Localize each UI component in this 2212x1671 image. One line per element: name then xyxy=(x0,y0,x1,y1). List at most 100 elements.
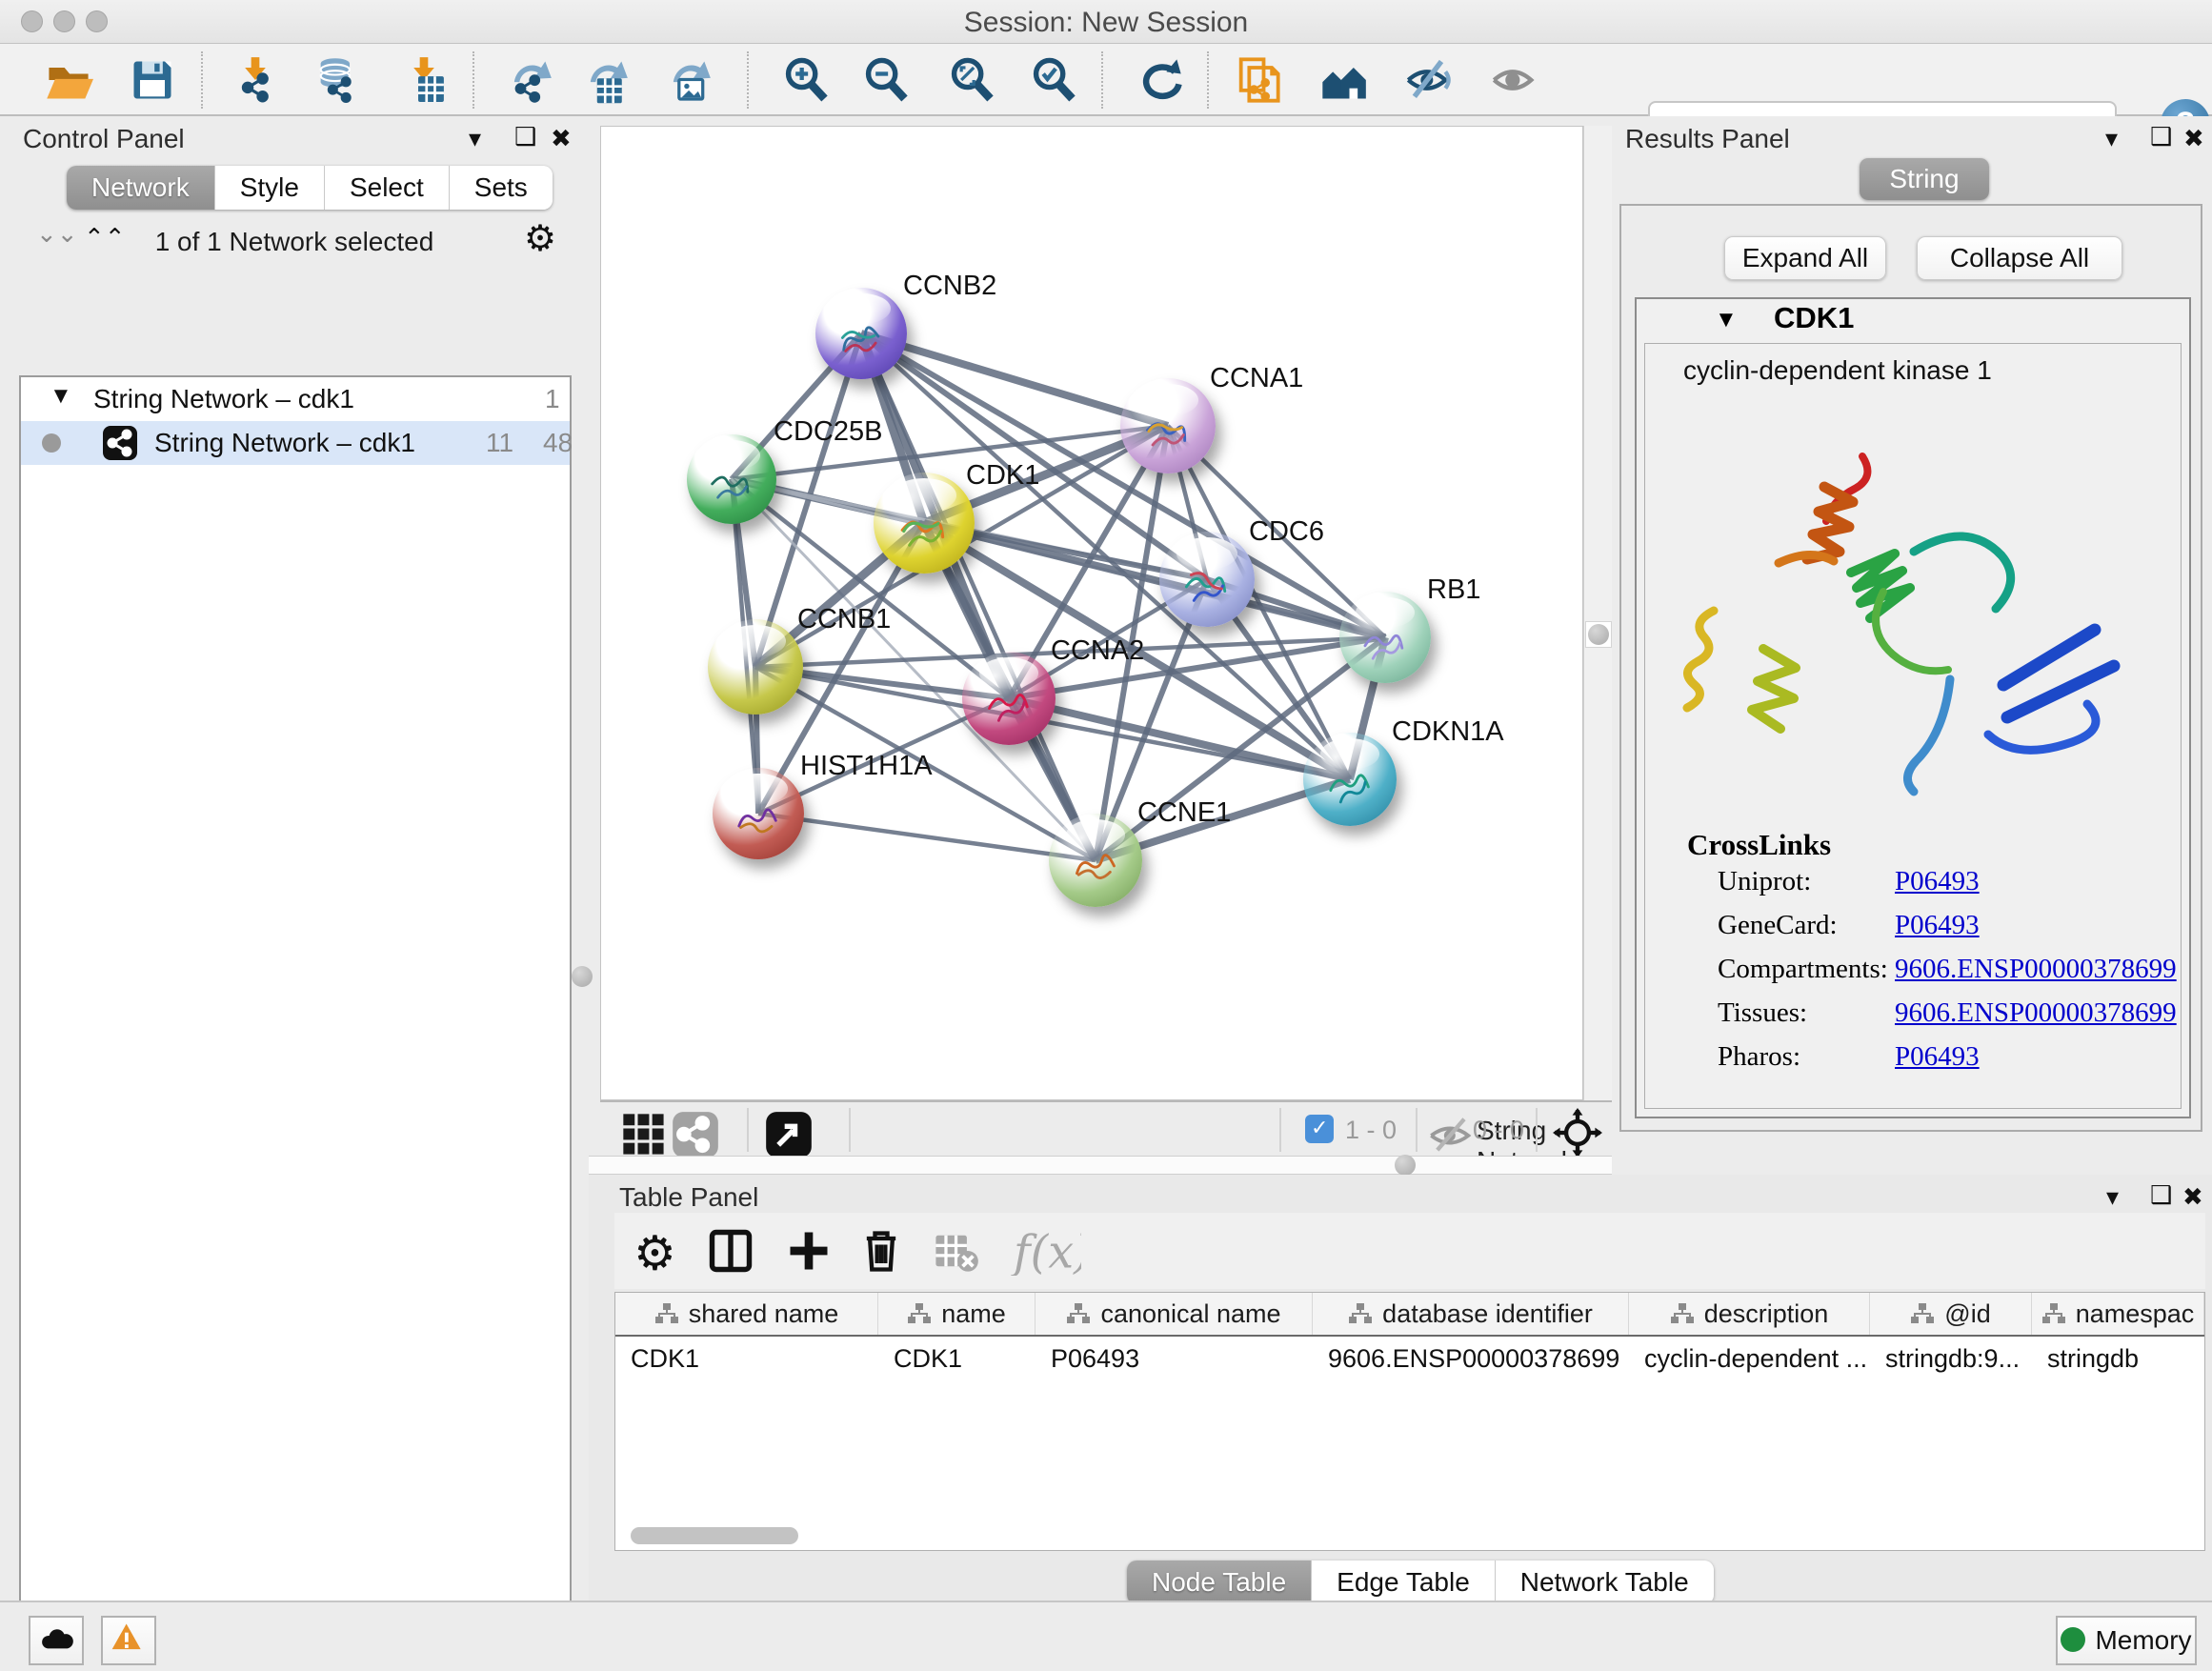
memory-button[interactable]: Memory xyxy=(2056,1616,2197,1665)
column-header-description[interactable]: description xyxy=(1629,1293,1870,1335)
network-node[interactable] xyxy=(874,473,975,574)
tab-select[interactable]: Select xyxy=(325,166,450,210)
control-panel-maximize-icon[interactable]: ❑ xyxy=(514,122,536,151)
import-network-file-icon[interactable] xyxy=(231,55,280,105)
network-node[interactable] xyxy=(1339,592,1431,683)
network-node[interactable] xyxy=(815,288,907,379)
control-panel-close-icon[interactable]: ✖ xyxy=(551,124,572,153)
show-columns-icon[interactable] xyxy=(706,1226,755,1276)
network-node[interactable] xyxy=(708,619,803,715)
column-header-shared-name[interactable]: shared name xyxy=(615,1293,878,1335)
fit-selected-crosshair-icon[interactable] xyxy=(1553,1108,1597,1152)
save-session-icon[interactable] xyxy=(128,55,177,105)
gene-entry-header[interactable]: ▼ CDK1 xyxy=(1637,299,2189,341)
collection-expand-icon[interactable]: ▼ xyxy=(50,383,72,410)
selected-checkbox-icon[interactable] xyxy=(1305,1115,1334,1143)
table-panel-close-icon[interactable]: ✖ xyxy=(2182,1182,2203,1212)
zoom-in-icon[interactable] xyxy=(781,55,831,105)
network-node[interactable] xyxy=(713,768,804,859)
warnings-button[interactable] xyxy=(101,1616,156,1665)
horizontal-splitter-handle[interactable] xyxy=(1395,1155,1416,1176)
column-header--id[interactable]: @id xyxy=(1870,1293,2032,1335)
birdseye-grid-icon[interactable] xyxy=(619,1110,659,1150)
node-table: shared name name canonical name database… xyxy=(614,1292,2205,1551)
table-cell[interactable]: CDK1 xyxy=(615,1337,878,1380)
table-row[interactable]: CDK1CDK1P064939606.ENSP00000378699cyclin… xyxy=(615,1337,2204,1380)
network-node[interactable] xyxy=(1049,814,1142,907)
node-label: CCNB2 xyxy=(903,271,996,302)
add-column-icon[interactable] xyxy=(784,1226,834,1276)
crosslink-link[interactable]: P06493 xyxy=(1895,866,1980,897)
refresh-view-icon[interactable] xyxy=(1136,55,1185,105)
open-in-browser-icon[interactable] xyxy=(764,1110,804,1150)
toolbar-separator xyxy=(473,51,474,109)
crosslink-link[interactable]: 9606.ENSP00000378699 xyxy=(1895,997,2177,1029)
duplicate-network-icon[interactable] xyxy=(1233,55,1282,105)
collapse-all-button[interactable]: Collapse All xyxy=(1917,236,2122,280)
zoom-fit-content-icon[interactable] xyxy=(947,55,996,105)
table-hscrollbar-thumb[interactable] xyxy=(631,1527,798,1544)
results-panel-close-icon[interactable]: ✖ xyxy=(2183,124,2204,153)
crosslink-link[interactable]: 9606.ENSP00000378699 xyxy=(1895,954,2177,985)
network-node[interactable] xyxy=(687,434,776,524)
string-results-box: Expand All Collapse All ▼ CDK1 cyclin-de… xyxy=(1619,204,2202,1132)
zoom-selected-icon[interactable] xyxy=(1029,55,1078,105)
network-collection-row[interactable]: ▼ String Network – cdk1 1 xyxy=(21,377,570,421)
table-cell[interactable]: P06493 xyxy=(1036,1337,1313,1380)
network-row-selected[interactable]: String Network – cdk1 11 48 xyxy=(21,421,570,465)
first-neighbors-icon[interactable] xyxy=(1318,55,1368,105)
cloud-status-button[interactable] xyxy=(29,1616,84,1665)
table-cell[interactable]: cyclin-dependent ... xyxy=(1629,1337,1870,1380)
network-node[interactable] xyxy=(962,652,1056,745)
export-table-icon[interactable] xyxy=(580,55,630,105)
tab-style[interactable]: Style xyxy=(215,166,325,210)
open-session-icon[interactable] xyxy=(44,55,93,105)
hide-selected-icon[interactable] xyxy=(1404,55,1454,105)
table-panel-maximize-icon[interactable]: ❑ xyxy=(2150,1180,2172,1210)
control-panel-float-icon[interactable]: ▾ xyxy=(469,124,481,153)
network-canvas[interactable]: CCNB2CCNA1CDC25BCDK1CDC6RB1CCNB1CCNA2CDK… xyxy=(600,126,1583,1100)
control-panel-title: Control Panel xyxy=(23,124,185,154)
string-network-badge-icon xyxy=(103,426,137,460)
show-all-icon[interactable] xyxy=(1490,55,1539,105)
table-options-gear-icon[interactable]: ⚙ xyxy=(632,1226,681,1276)
crosslink-link[interactable]: P06493 xyxy=(1895,1041,1980,1073)
table-cell[interactable]: stringdb xyxy=(2032,1337,2204,1380)
table-cell[interactable]: stringdb:9... xyxy=(1870,1337,2032,1380)
tab-string[interactable]: String xyxy=(1860,158,1989,200)
column-header-database-identifier[interactable]: database identifier xyxy=(1313,1293,1629,1335)
tab-edge-table[interactable]: Edge Table xyxy=(1312,1560,1496,1604)
tab-sets[interactable]: Sets xyxy=(450,166,553,210)
table-panel-title: Table Panel xyxy=(619,1182,758,1213)
gene-collapse-icon[interactable]: ▼ xyxy=(1715,307,1738,333)
results-panel-float-icon[interactable]: ▾ xyxy=(2105,124,2118,153)
expand-all-button[interactable]: Expand All xyxy=(1724,236,1886,280)
left-splitter-handle[interactable] xyxy=(572,966,593,987)
results-panel-maximize-icon[interactable]: ❑ xyxy=(2150,122,2172,151)
export-network-icon[interactable] xyxy=(504,55,553,105)
crosslink-link[interactable]: P06493 xyxy=(1895,910,1980,941)
import-table-icon[interactable] xyxy=(399,55,449,105)
tab-node-table[interactable]: Node Table xyxy=(1127,1560,1312,1604)
control-panel-tabs: Network Style Select Sets xyxy=(67,166,553,210)
delete-column-icon[interactable] xyxy=(856,1226,906,1276)
network-node[interactable] xyxy=(1159,532,1255,627)
tab-network-table[interactable]: Network Table xyxy=(1496,1560,1714,1604)
column-header-canonical-name[interactable]: canonical name xyxy=(1036,1293,1313,1335)
table-panel-float-icon[interactable]: ▾ xyxy=(2106,1182,2119,1212)
table-cell[interactable]: CDK1 xyxy=(878,1337,1036,1380)
import-network-database-icon[interactable] xyxy=(312,55,362,105)
zoom-out-icon[interactable] xyxy=(861,55,911,105)
title-bar: Session: New Session xyxy=(0,0,2212,44)
network-node[interactable] xyxy=(1303,733,1397,826)
tab-network[interactable]: Network xyxy=(67,166,215,210)
right-splitter-handle[interactable] xyxy=(1585,621,1612,648)
table-cell[interactable]: 9606.ENSP00000378699 xyxy=(1313,1337,1629,1380)
table-hscrollbar[interactable] xyxy=(625,1527,2197,1544)
export-image-icon[interactable] xyxy=(663,55,713,105)
string-view-icon[interactable] xyxy=(671,1110,711,1150)
network-node[interactable] xyxy=(1120,378,1216,473)
network-options-gear-icon[interactable]: ⚙ xyxy=(524,217,556,260)
column-header-namespac[interactable]: namespac xyxy=(2032,1293,2204,1335)
column-header-name[interactable]: name xyxy=(878,1293,1036,1335)
